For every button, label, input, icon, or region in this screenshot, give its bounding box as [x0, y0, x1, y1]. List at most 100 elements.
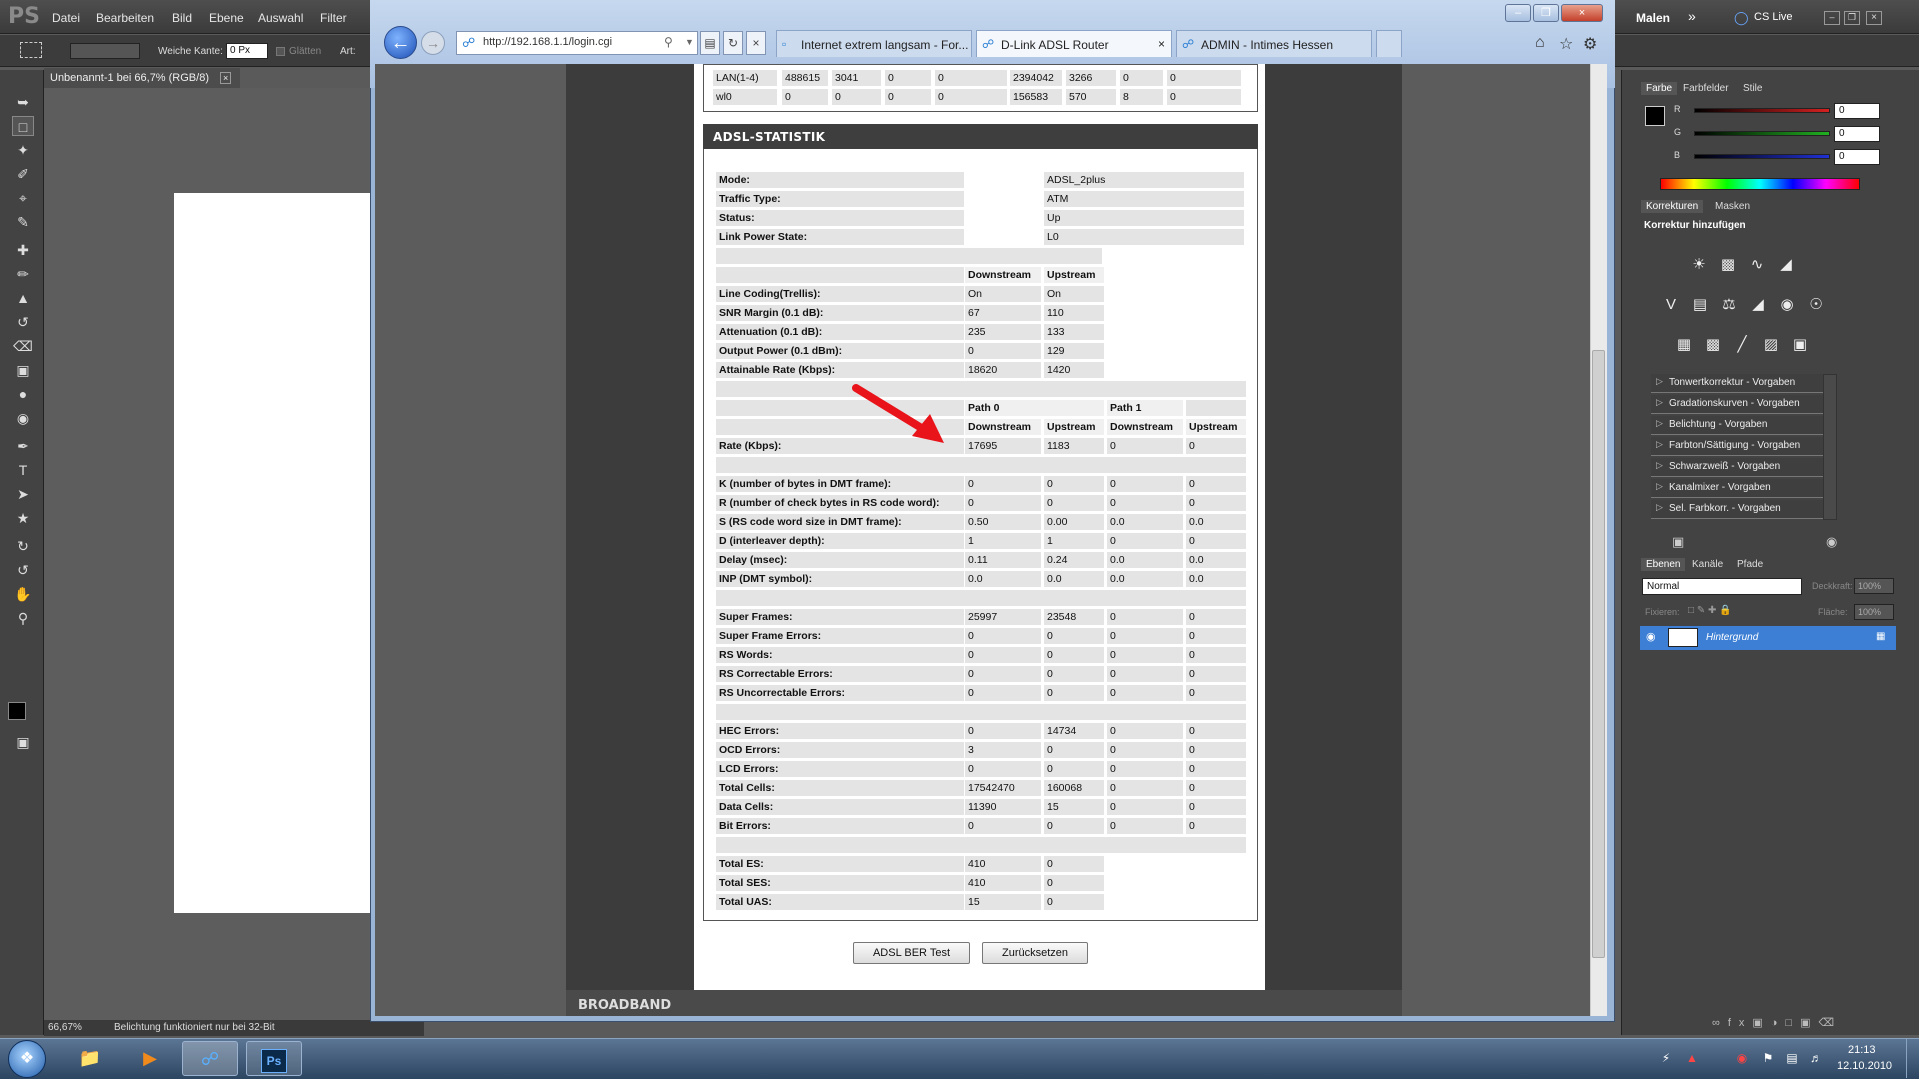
adsl-ber-test-button[interactable]: ADSL BER Test: [853, 942, 970, 964]
lasso-tool-icon[interactable]: ✦: [12, 140, 34, 160]
ie-minimize-icon[interactable]: –: [1505, 4, 1531, 22]
color-spectrum[interactable]: [1660, 178, 1860, 190]
preset-item[interactable]: Schwarzweiß - Vorgaben: [1651, 458, 1823, 477]
layer-footer-icons[interactable]: ∞fx▣◑□▣⌫: [1712, 1016, 1842, 1029]
restore-icon[interactable]: ❐: [1844, 11, 1860, 25]
tray-icon-3[interactable]: ◉: [1734, 1050, 1750, 1066]
type-tool-icon[interactable]: T: [12, 460, 34, 480]
menu-datei[interactable]: Datei: [52, 11, 80, 25]
menu-ebene[interactable]: Ebene: [209, 11, 244, 25]
feather-input[interactable]: 0 Px: [226, 43, 268, 59]
workspace-label[interactable]: Malen: [1636, 11, 1670, 25]
tray-icon-2[interactable]: ▲: [1684, 1050, 1700, 1066]
tab-admin-hessen[interactable]: ☍ ADMIN - Intimes Hessen: [1176, 30, 1372, 57]
crop-tool-icon[interactable]: ⌖: [12, 188, 34, 208]
posterize-icon[interactable]: ▩: [1702, 334, 1724, 356]
dropdown-icon[interactable]: ▼: [685, 37, 694, 47]
close-icon[interactable]: ×: [1866, 11, 1882, 25]
new-tab-button[interactable]: [1376, 30, 1402, 57]
marquee-icon[interactable]: [20, 42, 42, 58]
show-desktop-button[interactable]: [1906, 1039, 1919, 1078]
search-icon[interactable]: ⚲: [664, 35, 673, 49]
tab-pfade[interactable]: Pfade: [1737, 559, 1763, 570]
black-white-icon[interactable]: ◢: [1747, 294, 1769, 316]
reset-button[interactable]: Zurücksetzen: [982, 942, 1088, 964]
tab-internet-langsam[interactable]: ▫ Internet extrem langsam - For...: [776, 30, 972, 57]
cslive-label[interactable]: CS Live: [1754, 11, 1793, 23]
rgb-value-r[interactable]: 0: [1834, 103, 1880, 119]
vibrance-icon[interactable]: V: [1660, 294, 1682, 316]
eyedropper-icon[interactable]: ✎: [12, 212, 34, 232]
hue-saturation-icon[interactable]: ▤: [1689, 294, 1711, 316]
chevron-double-icon[interactable]: »: [1688, 8, 1696, 24]
ie-close-icon[interactable]: ×: [1561, 4, 1603, 22]
brightness-icon[interactable]: ☀: [1688, 254, 1710, 276]
3d-orbit-icon[interactable]: ↺: [12, 560, 34, 580]
hand-tool-icon[interactable]: ✋: [12, 584, 34, 604]
ie-taskbar-icon[interactable]: ☍: [182, 1041, 238, 1076]
clock-time[interactable]: 21:13: [1848, 1044, 1876, 1056]
move-tool-icon[interactable]: ➥: [12, 92, 34, 112]
home-icon[interactable]: ⌂: [1535, 34, 1545, 52]
color-balance-icon[interactable]: ⚖: [1718, 294, 1740, 316]
forward-icon[interactable]: →: [421, 31, 445, 55]
document-tab[interactable]: Unbenannt-1 bei 66,7% (RGB/8) ×: [44, 68, 240, 88]
volume-icon[interactable]: ♬: [1808, 1050, 1824, 1066]
favorites-icon[interactable]: ☆: [1559, 34, 1573, 54]
refresh-icon[interactable]: ↻: [723, 31, 743, 55]
curves-icon[interactable]: ∿: [1746, 254, 1768, 276]
gradient-icon[interactable]: ▣: [12, 360, 34, 380]
rgb-slider-b[interactable]: [1694, 154, 1830, 159]
rgb-slider-g[interactable]: [1694, 131, 1830, 136]
layer-row[interactable]: ◉ Hintergrund ▦: [1640, 626, 1896, 650]
tab-farbe[interactable]: Farbe: [1641, 82, 1678, 95]
threshold-icon[interactable]: ╱: [1731, 334, 1753, 356]
exposure-icon[interactable]: ◢: [1775, 254, 1797, 276]
stop-icon[interactable]: ×: [746, 31, 766, 55]
brush-tool-icon[interactable]: ✏: [12, 264, 34, 284]
marquee-tool-icon[interactable]: □: [12, 116, 34, 136]
tray-flag-icon[interactable]: ⚑: [1760, 1050, 1776, 1066]
rgb-slider-r[interactable]: [1694, 108, 1830, 113]
fill-input[interactable]: 100%: [1854, 604, 1894, 620]
preset-item[interactable]: Kanalmixer - Vorgaben: [1651, 479, 1823, 498]
foreground-color-swatch[interactable]: [8, 702, 26, 720]
tools-gear-icon[interactable]: ⚙: [1583, 34, 1597, 54]
rgb-value-b[interactable]: 0: [1834, 149, 1880, 165]
quickmask-icon[interactable]: ▣: [12, 732, 34, 752]
blur-tool-icon[interactable]: ●: [12, 384, 34, 404]
smooth-checkbox[interactable]: [276, 47, 285, 56]
tab-close-icon[interactable]: ×: [1158, 37, 1165, 51]
preset-item[interactable]: Gradationskurven - Vorgaben: [1651, 395, 1823, 414]
menu-auswahl[interactable]: Auswahl: [258, 11, 303, 25]
tab-kanaele[interactable]: Kanäle: [1692, 559, 1723, 570]
presets-scrollbar[interactable]: [1823, 374, 1837, 520]
fg-color-chip[interactable]: [1645, 106, 1665, 126]
path-select-icon[interactable]: ➤: [12, 484, 34, 504]
compat-view-icon[interactable]: ▤: [700, 31, 720, 55]
invert-icon[interactable]: ▦: [1673, 334, 1695, 356]
preset-item[interactable]: Sel. Farbkorr. - Vorgaben: [1651, 500, 1823, 519]
document-canvas[interactable]: [174, 193, 370, 913]
zoom-level[interactable]: 66,67%: [48, 1022, 82, 1033]
quick-select-icon[interactable]: ✐: [12, 164, 34, 184]
stamp-tool-icon[interactable]: ▲: [12, 288, 34, 308]
layer-name[interactable]: Hintergrund: [1706, 632, 1758, 643]
history-brush-icon[interactable]: ↺: [12, 312, 34, 332]
preset-item[interactable]: Farbton/Sättigung - Vorgaben: [1651, 437, 1823, 456]
ie-maximize-icon[interactable]: ❐: [1533, 4, 1559, 22]
pen-tool-icon[interactable]: ✒: [12, 436, 34, 456]
eye-icon[interactable]: ◉: [1646, 630, 1656, 643]
preset-item[interactable]: Belichtung - Vorgaben: [1651, 416, 1823, 435]
media-player-icon[interactable]: ▶: [122, 1041, 178, 1076]
eraser-icon[interactable]: ⌫: [12, 336, 34, 356]
rgb-value-g[interactable]: 0: [1834, 126, 1880, 142]
preset-item[interactable]: Tonwertkorrektur - Vorgaben: [1651, 374, 1823, 393]
photo-filter-icon[interactable]: ◉: [1776, 294, 1798, 316]
address-bar[interactable]: http://192.168.1.1/login.cgi: [456, 31, 698, 55]
blend-mode-select[interactable]: Normal: [1642, 578, 1802, 595]
tab-ebenen[interactable]: Ebenen: [1641, 558, 1686, 571]
clock-date[interactable]: 12.10.2010: [1837, 1060, 1892, 1072]
tray-icon-1[interactable]: ⚡: [1658, 1050, 1674, 1066]
back-icon[interactable]: ←: [384, 26, 417, 59]
